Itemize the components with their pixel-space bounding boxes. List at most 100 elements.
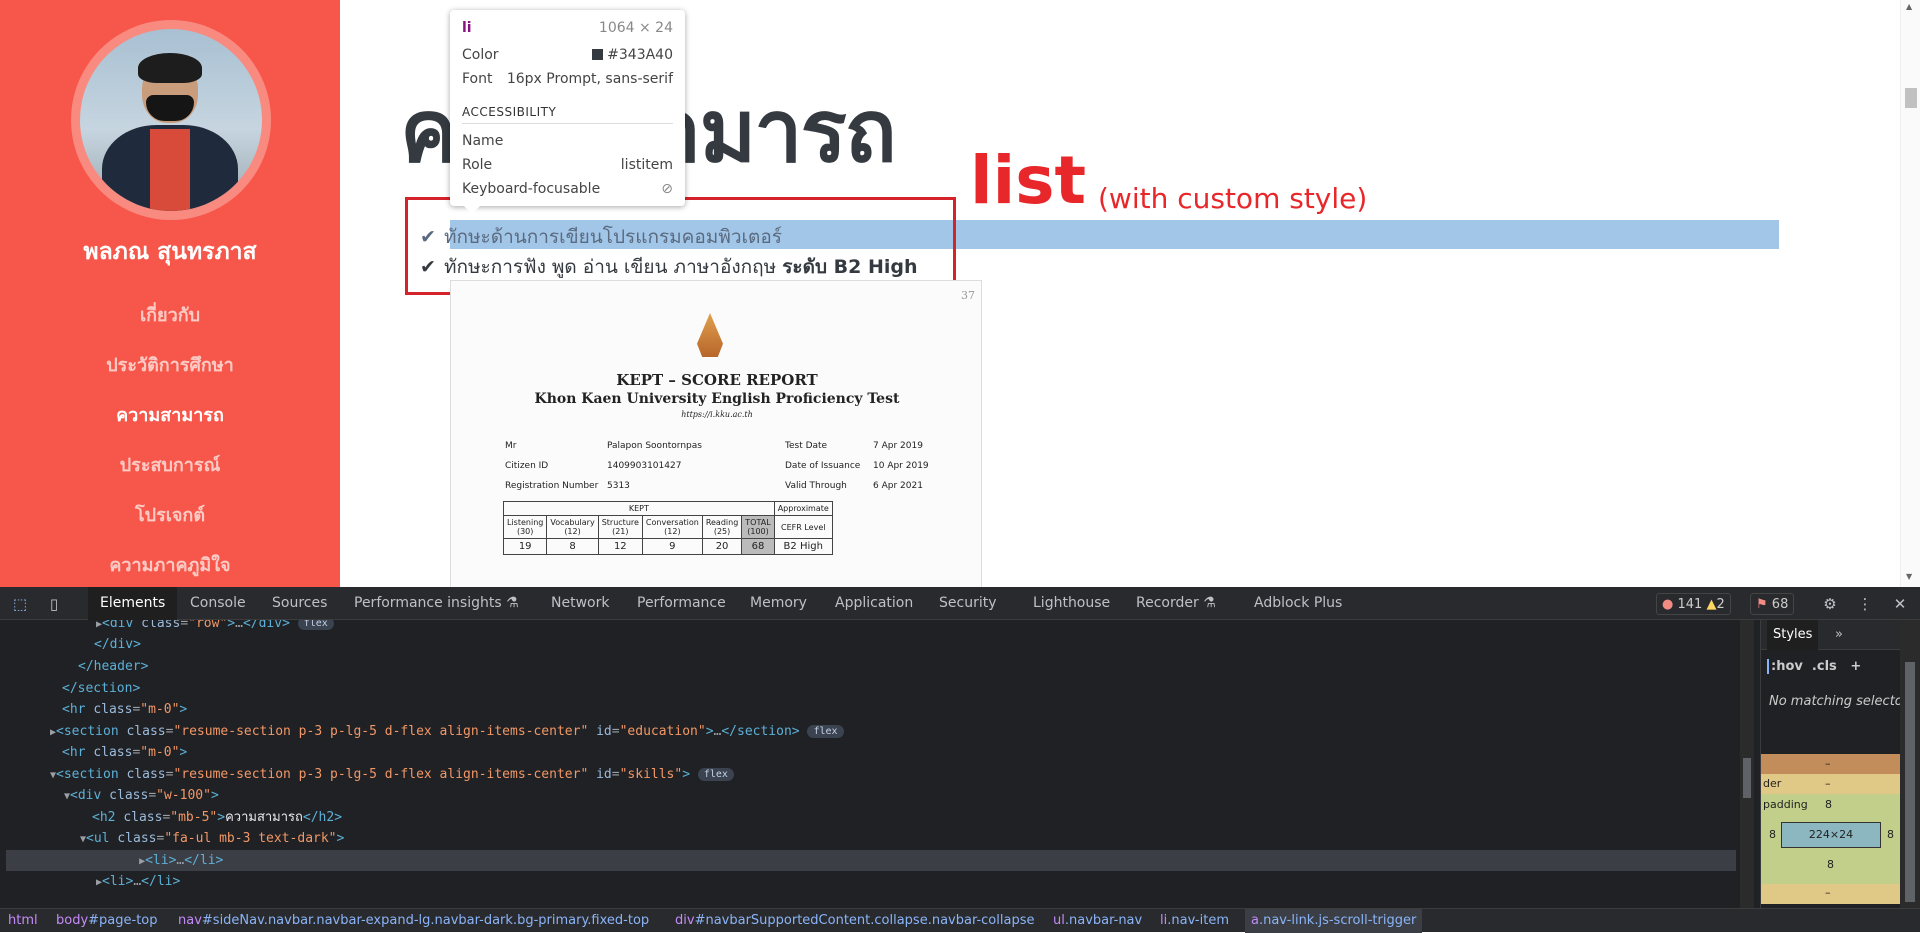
scrollbar-thumb[interactable]: [1743, 758, 1751, 798]
styles-filter[interactable]: :hov .cls +: [1767, 656, 1907, 678]
dom-node[interactable]: </header>: [78, 656, 148, 677]
devtools-tab[interactable]: Memory: [750, 587, 807, 620]
dom-node[interactable]: ▶<div class="row">…</div> flex: [96, 620, 334, 634]
devtools-tab[interactable]: Performance insights ⚗: [354, 587, 519, 620]
breadcrumb-item[interactable]: ul.navbar-nav: [1053, 909, 1142, 933]
sidebar-nav-item[interactable]: ประวัติการศึกษา: [0, 350, 340, 379]
inspect-tooltip: li 1064 × 24 Color #343A40 Font 16px Prompt…: [450, 10, 685, 214]
breadcrumb-item[interactable]: a.nav-link.js-scroll-trigger: [1245, 909, 1423, 933]
breadcrumb-item[interactable]: body#page-top: [56, 909, 158, 933]
sidebar-nav-item[interactable]: เกี่ยวกับ: [0, 300, 340, 329]
cefr-value: B2 High: [773, 538, 833, 555]
dom-node[interactable]: <h2 class="mb-5">ความสามารถ</h2>: [92, 807, 342, 828]
page-number: 37: [961, 289, 975, 302]
scrollbar-thumb[interactable]: [1905, 88, 1917, 108]
devtools-tab[interactable]: Lighthouse: [1033, 587, 1110, 620]
breadcrumb-item[interactable]: nav#sideNav.navbar.navbar-expand-lg.navb…: [178, 909, 649, 933]
add-rule-icon[interactable]: +: [1850, 659, 1861, 674]
inspect-element-icon[interactable]: ⬚: [10, 594, 30, 614]
border-label: der: [1763, 777, 1782, 790]
more-options-icon[interactable]: ⋮: [1855, 594, 1875, 614]
approx-header: Approximate: [773, 501, 833, 516]
scroll-up-arrow-icon[interactable]: ▲: [1906, 2, 1912, 11]
cert-subtitle: Khon Kaen University English Proficiency…: [534, 391, 900, 407]
more-tabs-icon[interactable]: »: [1835, 620, 1843, 650]
dom-node[interactable]: ▶<li>…</li>: [96, 871, 180, 892]
profile-name: พลภณ สุนทรภาส: [83, 239, 257, 265]
score-value: 12: [597, 538, 643, 555]
padding-top: 8: [1825, 798, 1832, 811]
styles-pane: Styles » :hov .cls + No matching selecto…: [1760, 620, 1920, 908]
settings-gear-icon[interactable]: ⚙: [1820, 594, 1840, 614]
dom-node[interactable]: <hr class="m-0">: [62, 699, 187, 720]
devtools-tab[interactable]: Application: [835, 587, 913, 620]
devtools-tab[interactable]: Network: [551, 587, 609, 620]
dom-node[interactable]: </section>: [62, 678, 140, 699]
sidebar-nav-item[interactable]: ความสามารถ: [0, 400, 340, 429]
page-viewport: พลภณ สุนทรภาส เกี่ยวกับประวัติการศึกษาคว…: [0, 0, 1920, 587]
score-column-header: Listening (30): [502, 515, 548, 539]
score-column-header: Reading (25): [701, 515, 743, 539]
devtools-tab[interactable]: Performance: [637, 587, 726, 620]
avatar: [80, 29, 262, 211]
devtools-tab[interactable]: Sources: [272, 587, 327, 620]
styles-scrollbar[interactable]: [1900, 620, 1920, 908]
breadcrumb-item[interactable]: div#navbarSupportedContent.collapse.navb…: [675, 909, 1034, 933]
tooltip-font-label: Font: [462, 71, 493, 87]
dom-node[interactable]: ▼<section class="resume-section p-3 p-lg…: [50, 764, 734, 785]
sidebar-nav-item[interactable]: โปรเจกต์: [0, 500, 340, 529]
box-content: 224×24: [1781, 822, 1881, 848]
score-value: 19: [502, 538, 548, 555]
tooltip-role-label: Role: [462, 157, 493, 173]
tooltip-keyboard-label: Keyboard-focusable: [462, 181, 601, 197]
issues-counter[interactable]: ● 141 ▲2: [1656, 593, 1731, 615]
hov-toggle[interactable]: :hov: [1767, 659, 1803, 674]
dom-node-selected[interactable]: ▶<li>…</li>: [6, 850, 1736, 871]
dom-tree: ▶<div class="row">…</div> flex </div> </…: [0, 620, 1740, 908]
score-column-header: Vocabulary (12): [546, 515, 599, 539]
dom-node[interactable]: ▼<ul class="fa-ul mb-3 text-dark">: [80, 828, 344, 849]
sidebar-nav-item[interactable]: ประสบการณ์: [0, 450, 340, 479]
device-toolbar-icon[interactable]: ▯: [44, 594, 64, 614]
tooltip-size: 1064 × 24: [598, 20, 673, 36]
tooltip-role-value: listitem: [620, 157, 673, 173]
tab-styles[interactable]: Styles: [1767, 620, 1819, 650]
close-devtools-icon[interactable]: ✕: [1890, 594, 1910, 614]
warning-icon: ▲: [1706, 597, 1717, 612]
border-value: –: [1825, 777, 1831, 790]
cert-label: Registration Number: [505, 481, 599, 491]
dom-node[interactable]: ▼<div class="w-100">: [64, 785, 219, 806]
dom-node[interactable]: <hr class="m-0">: [62, 742, 187, 763]
breadcrumb-item[interactable]: li.nav-item: [1160, 909, 1229, 933]
experimental-flask-icon: ⚗: [501, 595, 519, 611]
score-column-header: TOTAL (100): [741, 515, 775, 539]
scrollbar-thumb[interactable]: [1905, 662, 1915, 902]
devtools-tab[interactable]: Adblock Plus: [1254, 587, 1342, 620]
certificate-image: 37 KEPT – SCORE REPORT Khon Kaen Univers…: [450, 280, 982, 587]
cls-toggle[interactable]: .cls: [1812, 659, 1837, 674]
devtools-tab[interactable]: Console: [190, 587, 246, 620]
dom-scrollbar[interactable]: [1740, 620, 1754, 908]
tooltip-color-label: Color: [462, 47, 499, 63]
dom-node[interactable]: </div>: [94, 634, 141, 655]
cert-value: 7 Apr 2019: [873, 441, 923, 451]
breadcrumb-item[interactable]: html: [8, 909, 38, 933]
sidebar-nav-item[interactable]: ความภาคภูมิใจ: [0, 550, 340, 579]
padding-right: 8: [1887, 828, 1894, 841]
margin-value: –: [1825, 757, 1831, 770]
cert-value: 5313: [607, 481, 630, 491]
devtools-tab[interactable]: Recorder ⚗: [1136, 587, 1216, 620]
devtools-tab[interactable]: Security: [939, 587, 997, 620]
issue-flag-icon: ⚑: [1756, 597, 1768, 612]
score-value: 20: [701, 538, 743, 555]
devtools-panel: ⬚ ▯ Elements Console Sources Performance in…: [0, 587, 1920, 933]
issues-badge[interactable]: ⚑ 68: [1750, 593, 1795, 615]
dom-node[interactable]: ▶<section class="resume-section p-3 p-lg…: [50, 721, 844, 742]
score-value: 9: [641, 538, 703, 555]
devtools-tab[interactable]: Elements: [88, 587, 178, 620]
tooltip-arrow: [464, 206, 480, 214]
padding-bottom: 8: [1827, 858, 1834, 871]
scroll-down-arrow-icon[interactable]: ▼: [1906, 572, 1912, 581]
score-value: 68: [741, 538, 775, 555]
page-scrollbar[interactable]: ▲ ▼: [1900, 0, 1920, 587]
